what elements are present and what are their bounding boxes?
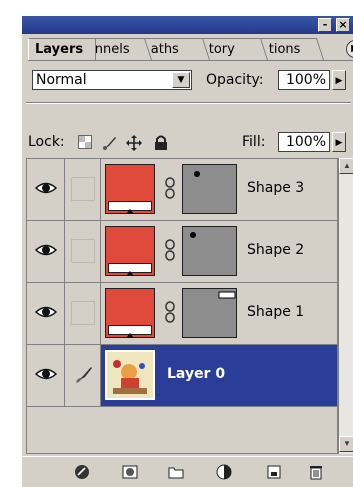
link-toggle[interactable] [65,159,101,220]
layers-scrollbar[interactable]: ▲ ▼ [338,158,353,454]
layer-thumbnail[interactable] [105,350,155,400]
layers-palette: - × tions tory aths nnels Layers ▶ Norma… [20,16,353,487]
eye-icon[interactable] [35,243,57,257]
new-layer-icon[interactable] [266,464,282,480]
layer-row-shape-2[interactable]: Shape 2 [27,221,337,283]
visibility-toggle[interactable] [27,159,65,220]
lock-label: Lock: [28,134,65,150]
lock-image-brush-icon[interactable] [102,135,118,155]
layer-name: Layer 0 [167,366,226,382]
empty-link-box [71,177,95,201]
layer-style-icon[interactable] [74,464,90,480]
divider [26,102,351,104]
layer-row-shape-3[interactable]: Shape 3 [27,159,337,221]
minimize-button[interactable]: - [318,18,332,32]
layers-list: Shape 3 Shape 2 Shape 1 Layer 0 [26,158,338,454]
layer-thumbnail-footer [108,325,152,338]
empty-link-box [71,301,95,325]
scroll-down-button[interactable]: ▼ [339,436,353,452]
eye-icon[interactable] [35,305,57,319]
layer-row-shape-1[interactable]: Shape 1 [27,283,337,345]
tab-layers[interactable]: Layers [28,38,96,60]
blend-mode-select[interactable]: Normal ▼ [32,70,192,90]
layer-name: Shape 1 [247,304,305,320]
layer-thumbnail[interactable] [105,288,155,338]
eye-icon[interactable] [35,367,57,381]
opacity-input[interactable]: 100% [278,70,330,90]
brush-icon [76,367,92,383]
palette-tabs: tions tory aths nnels Layers ▶ [28,38,353,60]
fill-slider-button[interactable]: ▶ [332,132,346,152]
trash-icon[interactable] [308,464,324,480]
link-icon[interactable] [163,177,177,199]
scroll-up-button[interactable]: ▲ [339,158,353,174]
fill-input[interactable]: 100% [278,132,330,152]
palette-menu-button[interactable]: ▶ [346,40,353,58]
palette-titlebar: - × [22,16,353,34]
layer-name: Shape 3 [247,180,305,196]
opacity-slider-button[interactable]: ▶ [332,70,346,90]
layer-thumbnail[interactable] [105,164,155,214]
chevron-down-icon[interactable]: ▼ [172,72,190,88]
visibility-toggle[interactable] [27,345,65,406]
tab-divider [28,60,353,61]
adjustment-layer-icon[interactable] [216,464,232,480]
fill-label: Fill: [242,134,266,150]
eye-icon[interactable] [35,181,57,195]
link-icon[interactable] [163,239,177,261]
new-set-icon[interactable] [168,464,184,480]
close-button[interactable]: × [336,18,350,32]
link-toggle[interactable] [65,345,101,406]
lock-transparency-icon[interactable] [78,135,92,153]
layer-thumbnail-footer [108,263,152,276]
link-icon[interactable] [163,301,177,323]
empty-link-box [71,239,95,263]
vector-mask-thumbnail[interactable] [182,288,237,338]
link-toggle[interactable] [65,221,101,282]
layer-thumbnail[interactable] [105,226,155,276]
link-toggle[interactable] [65,283,101,344]
tab-actions[interactable]: tions [258,38,324,60]
visibility-toggle[interactable] [27,283,65,344]
layer-thumbnail-footer [108,201,152,214]
vector-mask-thumbnail[interactable] [182,164,237,214]
vector-mask-thumbnail[interactable] [182,226,237,276]
visibility-toggle[interactable] [27,221,65,282]
layers-toolbar [22,456,353,487]
opacity-label: Opacity: [206,72,264,88]
blend-mode-value: Normal [36,72,87,88]
layer-name: Shape 2 [247,242,305,258]
lock-all-icon[interactable] [154,135,168,155]
layer-row-layer-0[interactable]: Layer 0 [27,345,337,407]
lock-position-move-icon[interactable] [126,135,142,155]
mask-icon[interactable] [122,464,138,480]
